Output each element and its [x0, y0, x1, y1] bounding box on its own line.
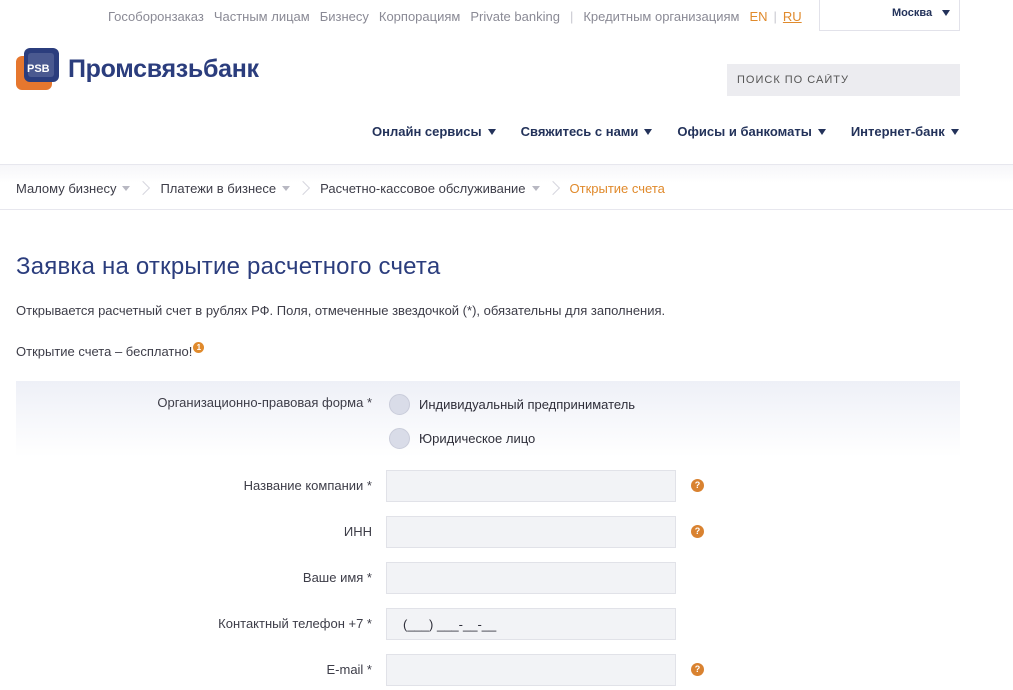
your-name-label: Ваше имя * [302, 570, 372, 585]
radio-legal-entity[interactable] [389, 428, 410, 449]
lang-en-link[interactable]: EN [749, 9, 767, 24]
radio-label-legal-entity[interactable]: Юридическое лицо [419, 431, 535, 446]
main-nav-label: Офисы и банкоматы [677, 124, 812, 139]
bank-name: Промсвязьбанк [68, 54, 259, 83]
main-nav-label: Онлайн сервисы [372, 124, 482, 139]
main-nav-label: Свяжитесь с нами [520, 124, 639, 139]
email-field[interactable] [386, 654, 676, 686]
email-label: E-mail * [326, 662, 372, 677]
svg-text:PSB: PSB [27, 63, 50, 75]
phone-label: Контактный телефон +7 * [218, 616, 372, 631]
inn-field[interactable] [386, 516, 676, 548]
main-nav: Онлайн сервисы Свяжитесь с нами Офисы и … [372, 124, 959, 139]
your-name-field[interactable] [386, 562, 676, 594]
chevron-down-icon [531, 185, 540, 191]
top-nav-link-private[interactable]: Частным лицам [214, 9, 310, 24]
breadcrumb-item-payments[interactable]: Платежи в бизнесе [160, 180, 291, 196]
footnote-badge[interactable]: 1 [193, 342, 205, 353]
chevron-down-icon [487, 128, 496, 135]
breadcrumb: Малому бизнесу Платежи в бизнесе Расчетн… [16, 180, 665, 196]
main-nav-contact-us[interactable]: Свяжитесь с нами [521, 124, 653, 139]
free-note-text: Открытие счета – бесплатно! [16, 344, 193, 359]
page-title: Заявка на открытие расчетного счета [16, 253, 441, 280]
breadcrumb-item-cash-services[interactable]: Расчетно-кассовое обслуживание [320, 180, 540, 196]
company-name-label: Название компании * [243, 478, 372, 493]
chevron-down-icon [942, 10, 950, 16]
city-selector[interactable]: Москва [819, 0, 960, 31]
help-icon[interactable]: ? [691, 479, 704, 492]
help-icon[interactable]: ? [691, 525, 704, 538]
chevron-down-icon [950, 128, 959, 135]
top-nav-link-credit-orgs[interactable]: Кредитным организациям [583, 9, 739, 24]
free-note: Открытие счета – бесплатно! 1 [16, 342, 205, 359]
main-nav-online-services[interactable]: Онлайн сервисы [372, 124, 496, 139]
breadcrumb-item-small-business[interactable]: Малому бизнесу [16, 180, 131, 196]
top-nav-link-private-banking[interactable]: Private banking [470, 9, 560, 24]
legal-form-label: Организационно-правовая форма * [157, 395, 372, 410]
main-nav-internet-bank[interactable]: Интернет-банк [851, 124, 959, 139]
psb-logo-icon: PSB [16, 48, 59, 90]
chevron-down-icon [282, 185, 291, 191]
city-label: Москва [892, 7, 933, 19]
phone-field[interactable] [386, 608, 676, 640]
top-nav-link-business[interactable]: Бизнесу [320, 9, 369, 24]
bank-logo[interactable]: PSB Промсвязьбанк [16, 48, 259, 90]
page-subtitle: Открывается расчетный счет в рублях РФ. … [16, 303, 666, 318]
breadcrumb-separator-icon [550, 180, 558, 196]
breadcrumb-label: Малому бизнесу [16, 180, 117, 196]
chevron-down-icon [817, 128, 826, 135]
chevron-down-icon [122, 185, 131, 191]
breadcrumb-label: Расчетно-кассовое обслуживание [320, 180, 526, 196]
help-icon[interactable]: ? [691, 663, 704, 676]
lang-divider: | [773, 8, 777, 24]
radio-individual-entrepreneur[interactable] [389, 394, 410, 415]
breadcrumb-separator-icon [300, 180, 308, 196]
radio-label-individual-entrepreneur[interactable]: Индивидуальный предприниматель [419, 397, 635, 412]
top-nav-link-corporations[interactable]: Корпорациям [379, 9, 460, 24]
main-nav-offices-atms[interactable]: Офисы и банкоматы [677, 124, 826, 139]
chevron-down-icon [644, 128, 653, 135]
main-nav-label: Интернет-банк [850, 124, 945, 139]
breadcrumb-separator-icon [140, 180, 148, 196]
top-nav-link-goz[interactable]: Гособоронзаказ [108, 9, 204, 24]
search-input[interactable] [727, 64, 960, 96]
inn-label: ИНН [343, 524, 372, 539]
top-nav-separator: | [569, 8, 574, 24]
lang-ru-link[interactable]: RU [783, 9, 802, 24]
company-name-field[interactable] [386, 470, 676, 502]
breadcrumb-label: Платежи в бизнесе [160, 180, 277, 196]
top-nav: Гособоронзаказ Частным лицам Бизнесу Кор… [108, 7, 812, 25]
breadcrumb-current: Открытие счета [569, 180, 665, 196]
